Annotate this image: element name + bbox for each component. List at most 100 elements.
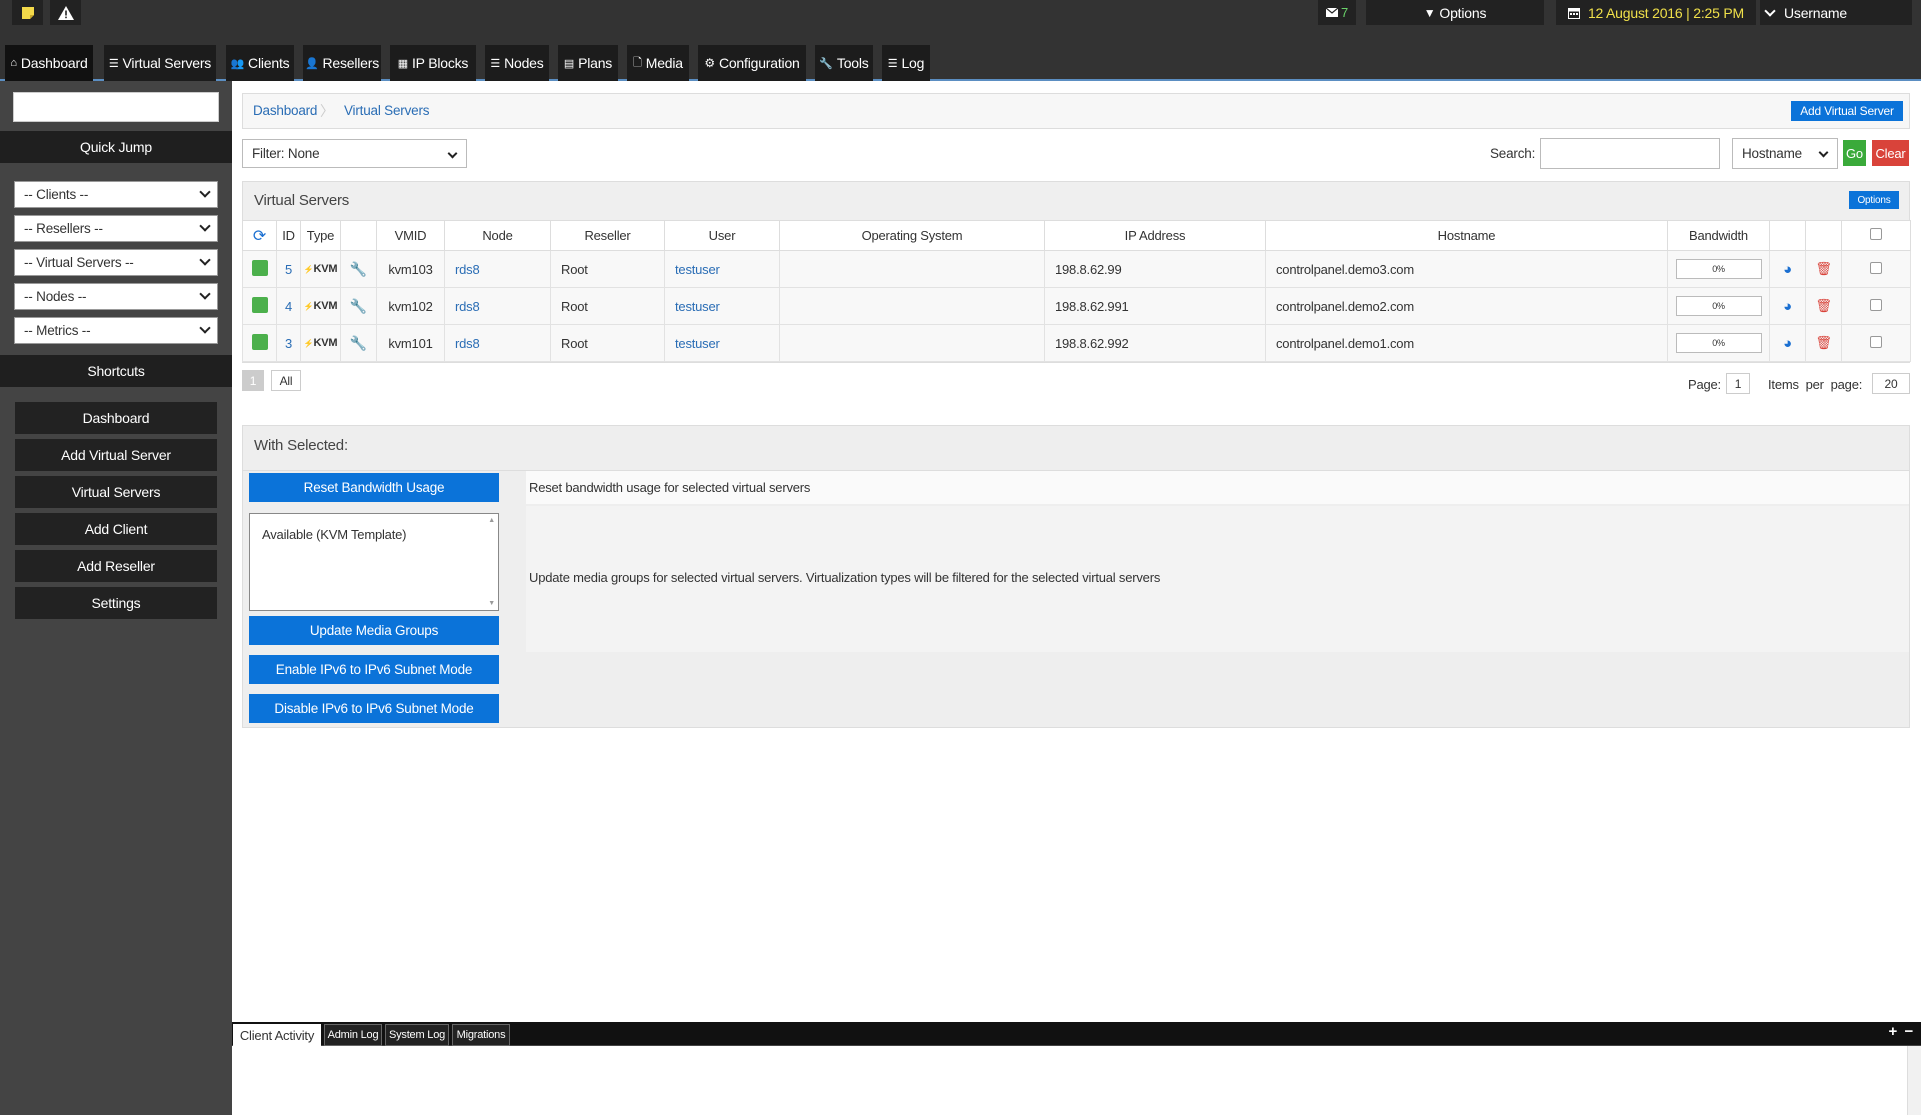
user-menu[interactable]: Username [1760, 0, 1912, 25]
nav-log[interactable]: ☰ Log [882, 45, 930, 81]
node-link[interactable]: rds8 [455, 262, 480, 277]
row-checkbox[interactable] [1841, 287, 1911, 325]
media-groups-listbox[interactable]: Available (KVM Template) ▲ ▼ [249, 513, 499, 611]
shortcut-dashboard[interactable]: Dashboard [15, 402, 217, 434]
nav-ip-blocks[interactable]: ▦ IP Blocks [390, 45, 476, 81]
col-hostname[interactable]: Hostname [1265, 220, 1668, 251]
checkbox[interactable] [1870, 298, 1882, 311]
wrench-icon[interactable]: 🔧 [340, 287, 377, 325]
user-link[interactable]: testuser [675, 299, 720, 314]
scroll-down-icon[interactable]: ▼ [488, 600, 495, 607]
nav-media[interactable]: 🗋 Media [627, 45, 689, 81]
col-user[interactable]: User [664, 220, 780, 251]
dashboard-gauge-icon[interactable]: ◕ [1769, 287, 1806, 325]
log-scrollbar[interactable] [1907, 1046, 1921, 1115]
col-bandwidth[interactable]: Bandwidth [1667, 220, 1770, 251]
server-id-link[interactable]: 5 [285, 262, 292, 277]
col-reseller[interactable]: Reseller [550, 220, 665, 251]
checkbox[interactable] [1870, 261, 1882, 274]
reseller: Root [550, 250, 665, 288]
go-button[interactable]: Go [1843, 140, 1866, 166]
tab-client-activity[interactable]: Client Activity [233, 1024, 321, 1046]
type-value: KVM [313, 300, 338, 312]
tab-admin-log[interactable]: Admin Log [324, 1024, 382, 1046]
scroll-up-icon[interactable]: ▲ [488, 517, 495, 524]
user-link[interactable]: testuser [675, 262, 720, 277]
node-link[interactable]: rds8 [455, 336, 480, 351]
breadcrumb: Dashboard 〉 Virtual Servers Add Virtual … [242, 93, 1910, 129]
nav-virtual-servers[interactable]: ☰ Virtual Servers [104, 45, 216, 81]
tab-system-log[interactable]: System Log [385, 1024, 449, 1046]
expand-icon[interactable]: + [1888, 1023, 1897, 1040]
refresh-icon[interactable]: ⟳ [242, 220, 277, 251]
shortcut-virtual-servers[interactable]: Virtual Servers [15, 476, 217, 508]
warning-icon[interactable] [50, 0, 81, 25]
search-by-select[interactable]: Hostname [1732, 138, 1838, 169]
disable-ipv6-subnet-button[interactable]: Disable IPv6 to IPv6 Subnet Mode [249, 694, 499, 723]
enable-ipv6-subnet-button[interactable]: Enable IPv6 to IPv6 Subnet Mode [249, 655, 499, 684]
trash-icon[interactable]: 🗑 [1805, 250, 1842, 288]
quick-jump-virtual-servers-select[interactable]: -- Virtual Servers -- [14, 249, 218, 276]
nav-clients[interactable]: 👥 Clients [226, 45, 294, 81]
col-id[interactable]: ID [276, 220, 301, 251]
quick-jump-nodes-select[interactable]: -- Nodes -- [14, 283, 218, 310]
checkbox[interactable] [1870, 228, 1882, 240]
quick-jump-clients-select[interactable]: -- Clients -- [14, 181, 218, 208]
trash-icon[interactable]: 🗑 [1805, 287, 1842, 325]
row-checkbox[interactable] [1841, 324, 1911, 362]
search-input[interactable] [1540, 138, 1720, 169]
items-per-page-input[interactable]: 20 [1872, 373, 1910, 394]
sticky-note-icon[interactable] [12, 0, 43, 25]
page-input[interactable]: 1 [1726, 373, 1750, 394]
col-vmid[interactable]: VMID [376, 220, 445, 251]
checkbox[interactable] [1870, 335, 1882, 348]
node-link[interactable]: rds8 [455, 299, 480, 314]
add-virtual-server-button[interactable]: Add Virtual Server [1791, 101, 1903, 121]
nav-label: Plans [578, 55, 613, 71]
dashboard-gauge-icon[interactable]: ◕ [1769, 324, 1806, 362]
clear-button[interactable]: Clear [1872, 140, 1909, 166]
reset-bandwidth-button[interactable]: Reset Bandwidth Usage [249, 473, 499, 502]
messages-button[interactable]: 7 [1318, 0, 1356, 25]
tab-migrations[interactable]: Migrations [452, 1024, 510, 1046]
row-checkbox[interactable] [1841, 250, 1911, 288]
user-link[interactable]: testuser [675, 336, 720, 351]
media-option[interactable]: Available (KVM Template) [262, 527, 406, 542]
breadcrumb-dashboard[interactable]: Dashboard [253, 103, 317, 118]
filter-select[interactable]: Filter: None [242, 139, 467, 168]
col-type[interactable]: Type [300, 220, 341, 251]
nav-tools[interactable]: 🔧 Tools [815, 45, 873, 81]
kvm-logo: ⚡KVM [300, 287, 341, 325]
col-operating-system[interactable]: Operating System [779, 220, 1045, 251]
nav-nodes[interactable]: ☰ Nodes [485, 45, 549, 81]
wrench-icon[interactable]: 🔧 [340, 324, 377, 362]
select-all-checkbox[interactable] [1841, 220, 1911, 251]
shortcut-add-reseller[interactable]: Add Reseller [15, 550, 217, 582]
sidebar-search-input[interactable] [13, 92, 219, 122]
quick-jump-resellers-select[interactable]: -- Resellers -- [14, 215, 218, 242]
breadcrumb-virtual-servers[interactable]: Virtual Servers [344, 103, 429, 118]
col-ip-address[interactable]: IP Address [1044, 220, 1266, 251]
nav-resellers[interactable]: 👤 Resellers [303, 45, 381, 81]
shortcut-add-client[interactable]: Add Client [15, 513, 217, 545]
nav-configuration[interactable]: ⚙ Configuration [698, 45, 806, 81]
dashboard-gauge-icon[interactable]: ◕ [1769, 250, 1806, 288]
panel-options-button[interactable]: Options [1849, 191, 1899, 209]
server-id-link[interactable]: 4 [285, 299, 292, 314]
show-all-button[interactable]: All [271, 370, 301, 391]
nav-dashboard[interactable]: ⌂ Dashboard [5, 45, 93, 81]
server-id-link[interactable]: 3 [285, 336, 292, 351]
shortcut-add-virtual-server[interactable]: Add Virtual Server [15, 439, 217, 471]
quick-jump-metrics-select[interactable]: -- Metrics -- [14, 317, 218, 344]
options-button[interactable]: ▼ Options [1366, 0, 1544, 25]
page-1-button[interactable]: 1 [242, 370, 264, 391]
collapse-icon[interactable]: − [1904, 1023, 1913, 1040]
nav-plans[interactable]: ▤ Plans [558, 45, 618, 81]
ip-address: 198.8.62.992 [1044, 324, 1266, 362]
wrench-icon[interactable]: 🔧 [340, 250, 377, 288]
kvm-icon: ⚡ [303, 339, 314, 348]
shortcut-settings[interactable]: Settings [15, 587, 217, 619]
col-node[interactable]: Node [444, 220, 551, 251]
trash-icon[interactable]: 🗑 [1805, 324, 1842, 362]
update-media-groups-button[interactable]: Update Media Groups [249, 616, 499, 645]
